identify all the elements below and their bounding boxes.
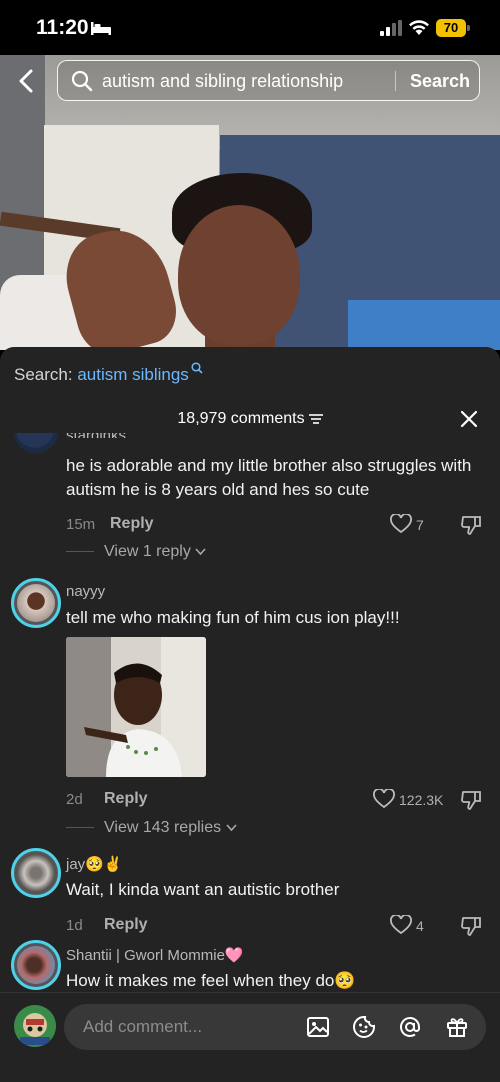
commenter-username[interactable]: nayyy bbox=[66, 583, 105, 600]
reply-button[interactable]: Reply bbox=[104, 790, 148, 808]
comment-count-header[interactable]: 18,979 comments bbox=[0, 410, 500, 428]
comment-text: How it makes me feel when they do🥺 bbox=[66, 971, 356, 990]
avatar-image bbox=[17, 854, 55, 892]
wifi-icon bbox=[409, 20, 429, 35]
battery-tip bbox=[467, 25, 470, 31]
comment-composer: Add comment... bbox=[0, 992, 500, 1082]
related-search[interactable]: Search: autism siblings bbox=[14, 362, 203, 385]
chevron-down-icon bbox=[195, 548, 206, 556]
comment-input[interactable]: Add comment... bbox=[64, 1004, 486, 1050]
avatar-image bbox=[16, 433, 54, 448]
status-bar: 11:20 70 bbox=[0, 0, 500, 55]
my-avatar-image bbox=[14, 1005, 56, 1047]
view-replies-button[interactable]: View 1 reply bbox=[66, 543, 206, 561]
search-bar[interactable]: autism and sibling relationship Search bbox=[57, 60, 480, 101]
comments-sheet: Search: autism siblings 18,979 comments … bbox=[0, 347, 500, 1082]
related-search-term[interactable]: autism siblings bbox=[77, 365, 189, 384]
dislike-icon[interactable] bbox=[460, 915, 482, 937]
cellular-signal-icon bbox=[380, 20, 402, 36]
replies-divider bbox=[66, 551, 94, 553]
replies-divider bbox=[66, 827, 94, 829]
video-wall-art bbox=[348, 300, 500, 350]
comment-text: Wait, I kinda want an autistic brother bbox=[66, 880, 340, 899]
like-count: 122.3K bbox=[399, 792, 444, 808]
mention-icon[interactable] bbox=[398, 1015, 422, 1039]
back-arrow-icon[interactable] bbox=[15, 68, 39, 94]
video-person-face bbox=[178, 205, 300, 345]
status-time: 11:20 bbox=[36, 16, 89, 39]
commenter-avatar[interactable] bbox=[11, 578, 61, 628]
comment-time: 1d bbox=[66, 917, 83, 934]
search-query[interactable]: autism and sibling relationship bbox=[102, 71, 343, 92]
heart-icon[interactable] bbox=[390, 915, 412, 935]
battery-indicator: 70 bbox=[436, 19, 466, 37]
dislike-icon[interactable] bbox=[460, 789, 482, 811]
comment-time: 15m bbox=[66, 516, 96, 533]
heart-icon[interactable] bbox=[390, 514, 412, 534]
comment-text: tell me who making fun of him cus ion pl… bbox=[66, 608, 400, 627]
view-replies-button[interactable]: View 143 replies bbox=[66, 819, 237, 837]
dislike-icon[interactable] bbox=[460, 514, 482, 536]
sleep-focus-icon bbox=[91, 22, 111, 35]
like-count: 4 bbox=[416, 918, 424, 934]
close-icon[interactable] bbox=[459, 409, 479, 429]
gift-icon[interactable] bbox=[445, 1015, 469, 1039]
commenter-avatar[interactable] bbox=[13, 433, 59, 453]
commenter-avatar[interactable] bbox=[11, 940, 61, 990]
my-avatar[interactable] bbox=[14, 1005, 56, 1047]
view-replies-label: View 143 replies bbox=[104, 819, 222, 836]
related-search-icon bbox=[191, 362, 203, 374]
like-count: 7 bbox=[416, 517, 424, 533]
commenter-username[interactable]: starginks bbox=[66, 433, 126, 438]
chevron-down-icon bbox=[225, 824, 237, 832]
avatar-image bbox=[17, 584, 55, 622]
sort-filter-icon[interactable] bbox=[308, 413, 323, 425]
commenter-username[interactable]: Shantii | Gworl Mommie🩷 bbox=[66, 946, 244, 964]
heart-icon[interactable] bbox=[373, 789, 395, 809]
comment-image[interactable] bbox=[66, 637, 206, 777]
search-divider bbox=[395, 71, 396, 91]
avatar-image bbox=[17, 946, 55, 984]
comment-time: 2d bbox=[66, 791, 83, 808]
commenter-username[interactable]: jay🥺✌️ bbox=[66, 855, 123, 873]
comment-input-placeholder: Add comment... bbox=[83, 1017, 203, 1036]
comment-text: he is adorable and my little brother als… bbox=[66, 456, 472, 499]
comment-image-art bbox=[66, 637, 206, 777]
reply-button[interactable]: Reply bbox=[104, 916, 148, 934]
comment-count: 18,979 comments bbox=[177, 410, 305, 427]
reply-button[interactable]: Reply bbox=[110, 515, 154, 533]
image-icon[interactable] bbox=[306, 1015, 330, 1039]
commenter-avatar[interactable] bbox=[11, 848, 61, 898]
search-icon bbox=[71, 70, 93, 92]
related-search-prefix: Search: bbox=[14, 365, 78, 384]
search-button[interactable]: Search bbox=[410, 71, 470, 92]
emoji-icon[interactable] bbox=[352, 1015, 376, 1039]
battery-level: 70 bbox=[443, 20, 459, 35]
comments-list[interactable]: starginks he is adorable and my little b… bbox=[0, 433, 500, 993]
view-replies-label: View 1 reply bbox=[104, 543, 191, 560]
